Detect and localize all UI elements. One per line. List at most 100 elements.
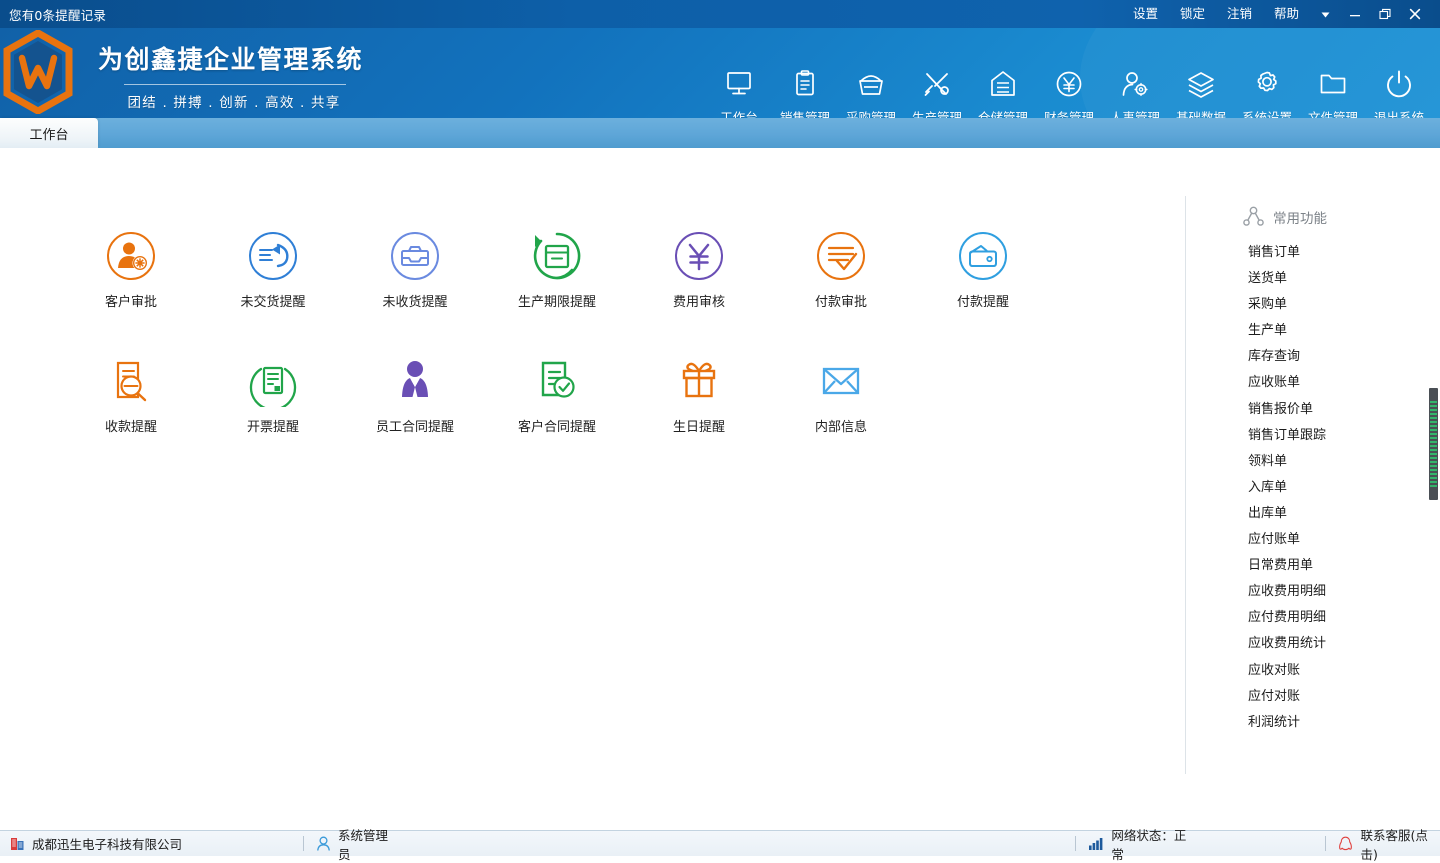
vertical-scrollbar[interactable] — [1427, 388, 1440, 500]
user-name: 系统管理员 — [338, 825, 396, 863]
nav-item-warehouse[interactable]: 仓储管理 — [970, 62, 1036, 118]
app-logo-icon — [2, 30, 74, 114]
fn-item-daily-expense[interactable]: 日常费用单 — [1248, 553, 1418, 579]
minimize-icon[interactable] — [1340, 0, 1370, 28]
inbox-icon — [389, 230, 441, 282]
fn-item-payable-bill[interactable]: 应付账单 — [1248, 527, 1418, 553]
shortcut-undelivered-reminder[interactable]: 未交货提醒 — [202, 230, 344, 310]
tab-workbench[interactable]: 工作台 — [0, 118, 98, 148]
title-bar-controls: 设置 锁定 注销 帮助 — [1122, 0, 1440, 28]
brand-divider — [124, 84, 346, 85]
nav-label: 采购管理 — [846, 107, 896, 118]
close-icon[interactable] — [1400, 0, 1430, 28]
fn-item-outbound-order[interactable]: 出库单 — [1248, 501, 1418, 527]
fn-item-material-requisition[interactable]: 领料单 — [1248, 449, 1418, 475]
power-icon — [1384, 64, 1414, 104]
shortcut-label: 内部信息 — [815, 416, 867, 435]
shortcut-payment-reminder[interactable]: 付款提醒 — [912, 230, 1054, 310]
fn-item-sales-order[interactable]: 销售订单 — [1248, 240, 1418, 266]
fn-item-inventory-query[interactable]: 库存查询 — [1248, 344, 1418, 370]
warehouse-icon — [988, 64, 1018, 104]
fn-item-delivery-note[interactable]: 送货单 — [1248, 266, 1418, 292]
workbench-content: 客户审批 未交货提醒 — [0, 148, 1440, 830]
share-node-icon — [1243, 206, 1264, 227]
common-functions-list: 销售订单 送货单 采购单 生产单 库存查询 应收账单 销售报价单 销售订单跟踪 … — [1248, 240, 1418, 736]
shortcut-label: 未交货提醒 — [240, 291, 305, 310]
common-functions-header: 常用功能 — [1243, 206, 1327, 227]
fn-item-order-tracking[interactable]: 销售订单跟踪 — [1248, 423, 1418, 449]
fn-item-receivable-stats[interactable]: 应收费用统计 — [1248, 631, 1418, 657]
shortcut-customer-approval[interactable]: 客户审批 — [60, 230, 202, 310]
user-icon — [316, 836, 331, 852]
status-company: 成都迅生电子科技有限公司 — [0, 831, 303, 857]
nav-item-purchase[interactable]: 采购管理 — [838, 62, 904, 118]
titlebar-menu-logout[interactable]: 注销 — [1216, 0, 1263, 28]
user-approve-icon — [105, 230, 157, 282]
shortcut-label: 员工合同提醒 — [376, 416, 454, 435]
nav-label: 文件管理 — [1308, 107, 1358, 118]
user-gear-icon — [1120, 64, 1150, 104]
shortcut-grid: 客户审批 未交货提醒 — [0, 148, 1185, 778]
status-support[interactable]: 联系客服(点击) — [1326, 831, 1440, 857]
titlebar-menu-lock[interactable]: 锁定 — [1169, 0, 1216, 28]
shortcut-receipt-reminder[interactable]: 收款提醒 — [60, 355, 202, 435]
fn-item-receivable-recon[interactable]: 应收对账 — [1248, 658, 1418, 684]
fn-item-receivable-bill[interactable]: 应收账单 — [1248, 370, 1418, 396]
nav-item-production[interactable]: 生产管理 — [904, 62, 970, 118]
qq-penguin-icon — [1338, 836, 1353, 852]
common-functions-title: 常用功能 — [1273, 207, 1327, 227]
shortcut-label: 未收货提醒 — [382, 291, 447, 310]
fn-item-profit-stats[interactable]: 利润统计 — [1248, 710, 1418, 736]
titlebar-menu-settings[interactable]: 设置 — [1122, 0, 1169, 28]
delivery-back-icon — [247, 230, 299, 282]
tab-strip: 工作台 — [0, 118, 1440, 148]
main-navigation: 工作台 销售管理 采购管理 — [706, 62, 1432, 118]
folder-icon — [1318, 64, 1348, 104]
fn-item-production-order[interactable]: 生产单 — [1248, 318, 1418, 344]
nav-item-basedata[interactable]: 基础数据 — [1168, 62, 1234, 118]
shortcut-production-deadline[interactable]: 生产期限提醒 — [486, 230, 628, 310]
shortcut-label: 生产期限提醒 — [518, 291, 596, 310]
nav-item-sales[interactable]: 销售管理 — [772, 62, 838, 118]
shortcut-expense-audit[interactable]: 费用审核 — [628, 230, 770, 310]
nav-item-syssettings[interactable]: 系统设置 — [1234, 62, 1300, 118]
nav-item-workbench[interactable]: 工作台 — [706, 62, 772, 118]
shortcut-unreceived-reminder[interactable]: 未收货提醒 — [344, 230, 486, 310]
nav-item-hr[interactable]: 人事管理 — [1102, 62, 1168, 118]
shortcut-customer-contract[interactable]: 客户合同提醒 — [486, 355, 628, 435]
fn-item-purchase-order[interactable]: 采购单 — [1248, 292, 1418, 318]
fn-item-inbound-order[interactable]: 入库单 — [1248, 475, 1418, 501]
restore-icon[interactable] — [1370, 0, 1400, 28]
clipboard-icon — [790, 64, 820, 104]
invoice-circle-icon — [247, 355, 299, 407]
caret-down-icon[interactable] — [1310, 0, 1340, 28]
shortcut-employee-contract[interactable]: 员工合同提醒 — [344, 355, 486, 435]
signal-bars-icon — [1088, 837, 1104, 851]
app-slogan: 团结 . 拼搏 . 创新 . 高效 . 共享 — [110, 91, 358, 111]
fn-item-sales-quotation[interactable]: 销售报价单 — [1248, 397, 1418, 423]
nav-item-exit[interactable]: 退出系统 — [1366, 62, 1432, 118]
doc-approved-icon — [531, 355, 583, 407]
shortcut-label: 开票提醒 — [247, 416, 299, 435]
nav-label: 仓储管理 — [978, 107, 1028, 118]
nav-label: 人事管理 — [1110, 107, 1160, 118]
shortcut-internal-message[interactable]: 内部信息 — [770, 355, 912, 435]
layers-icon — [1186, 64, 1216, 104]
scrollbar-thumb[interactable] — [1429, 388, 1438, 500]
nav-item-finance[interactable]: 财务管理 — [1036, 62, 1102, 118]
shortcut-invoice-reminder[interactable]: 开票提醒 — [202, 355, 344, 435]
doc-check-icon — [815, 230, 867, 282]
nav-item-files[interactable]: 文件管理 — [1300, 62, 1366, 118]
production-cycle-icon — [531, 230, 583, 282]
reminder-count-label: 您有0条提醒记录 — [0, 5, 106, 24]
titlebar-menu-help[interactable]: 帮助 — [1263, 0, 1310, 28]
shortcut-payment-approval[interactable]: 付款审批 — [770, 230, 912, 310]
shortcut-label: 付款提醒 — [957, 291, 1009, 310]
common-functions-panel: 常用功能 销售订单 送货单 采购单 生产单 库存查询 应收账单 销售报价单 销售… — [1186, 148, 1440, 778]
fn-item-receivable-detail[interactable]: 应收费用明细 — [1248, 579, 1418, 605]
fn-item-payable-detail[interactable]: 应付费用明细 — [1248, 605, 1418, 631]
shortcut-birthday-reminder[interactable]: 生日提醒 — [628, 355, 770, 435]
fn-item-payable-recon[interactable]: 应付对账 — [1248, 684, 1418, 710]
nav-label: 工作台 — [720, 107, 758, 118]
nav-label: 退出系统 — [1374, 107, 1424, 118]
